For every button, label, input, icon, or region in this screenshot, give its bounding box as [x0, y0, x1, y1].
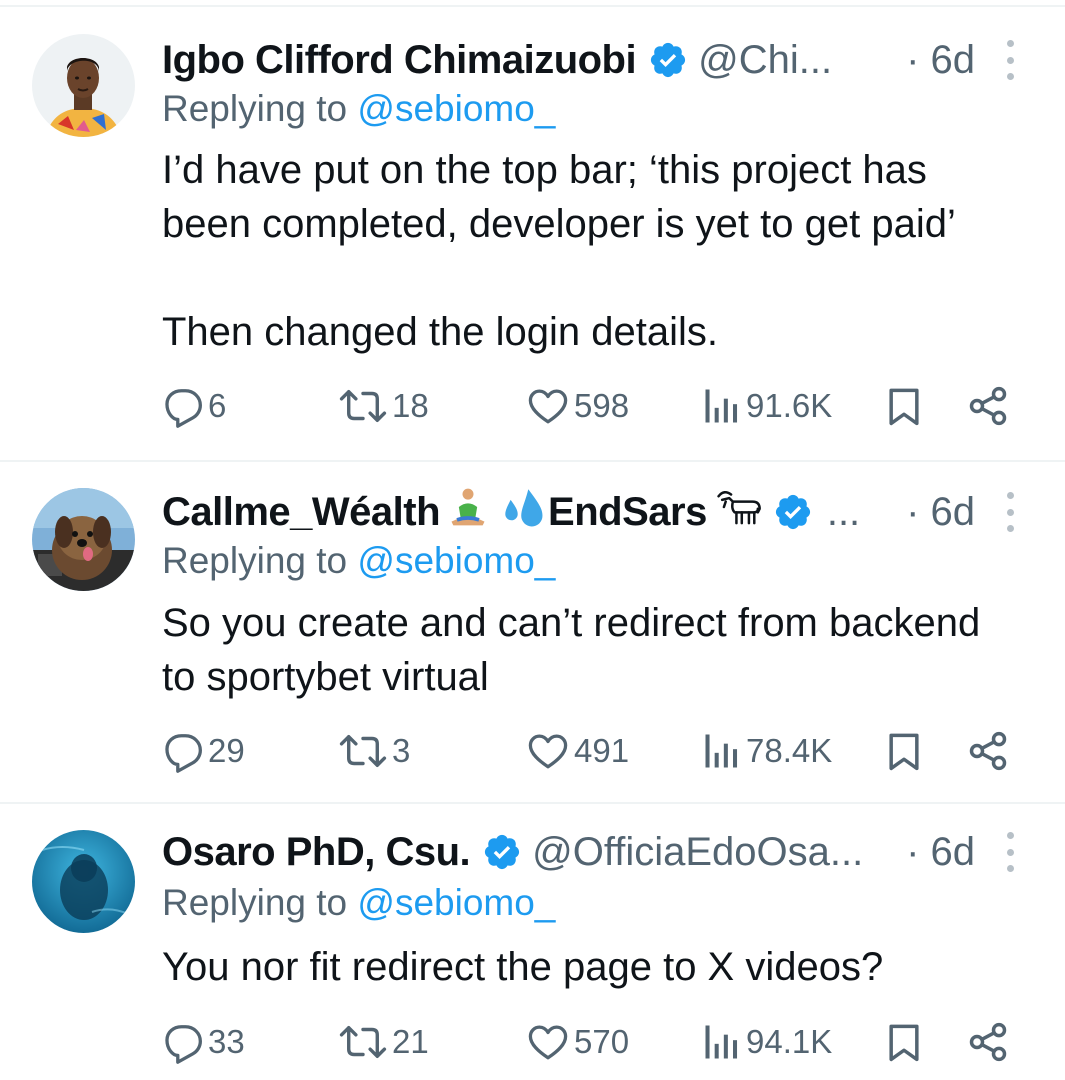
bookmark-button[interactable]: [882, 1020, 926, 1064]
tweet-divider: [0, 460, 1065, 462]
like-count: 598: [574, 387, 630, 424]
avatar[interactable]: [32, 488, 135, 591]
bookmark-icon: [889, 733, 919, 771]
views-icon: [705, 1025, 738, 1059]
like-count: 491: [574, 732, 630, 769]
person-in-lotus-position-icon: [446, 485, 490, 539]
reply-button[interactable]: 29: [160, 729, 245, 773]
retweet-count: 18: [392, 387, 429, 424]
user-handle[interactable]: @OfficiaEdoOsa...: [532, 830, 863, 875]
bookmark-button[interactable]: [882, 384, 926, 428]
bookmark-button[interactable]: [882, 729, 926, 773]
replying-to-label: Replying to: [162, 882, 358, 923]
share-button[interactable]: [966, 729, 1010, 773]
share-icon: [969, 731, 1007, 771]
reply-count: 6: [208, 387, 227, 424]
avatar[interactable]: [32, 830, 135, 933]
user-handle[interactable]: ...: [827, 490, 860, 535]
retweet-count: 3: [392, 732, 411, 769]
goat-icon: [715, 485, 765, 539]
share-icon: [969, 1022, 1007, 1062]
mention-link[interactable]: @sebiomo_: [357, 882, 555, 923]
replying-to-label: Replying to: [162, 88, 358, 129]
views-button[interactable]: 94.1K: [702, 1020, 832, 1064]
more-options-icon[interactable]: [1003, 40, 1017, 80]
like-button[interactable]: 570: [526, 1020, 629, 1064]
timestamp[interactable]: · 6d: [906, 490, 975, 535]
reply-icon: [165, 1025, 202, 1064]
like-icon: [528, 389, 568, 424]
mention-link[interactable]: @sebiomo_: [357, 540, 555, 581]
views-count: 78.4K: [746, 732, 833, 769]
timestamp[interactable]: · 6d: [906, 38, 975, 83]
reply-button[interactable]: 33: [160, 1020, 245, 1064]
share-button[interactable]: [966, 384, 1010, 428]
reply-count: 29: [208, 732, 245, 769]
more-options-icon[interactable]: [1003, 492, 1017, 532]
share-button[interactable]: [966, 1020, 1010, 1064]
action-bar: 29 3 491 78.4K: [160, 729, 1015, 779]
reply-tweet[interactable]: Igbo Clifford Chimaizuobi @Chi... · 6d R…: [0, 10, 1065, 462]
bookmark-icon: [889, 388, 919, 426]
bookmark-icon: [889, 1024, 919, 1062]
retweet-icon: [339, 390, 387, 422]
tweet-text: So you create and can’t redirect from ba…: [162, 601, 992, 699]
reply-icon: [165, 734, 202, 773]
reply-button[interactable]: 6: [160, 384, 226, 428]
views-button[interactable]: 78.4K: [702, 729, 832, 773]
user-handle[interactable]: @Chi...: [698, 38, 832, 83]
retweet-icon: [339, 1026, 387, 1058]
share-icon: [969, 386, 1007, 426]
display-name-suffix: EndSars: [548, 489, 707, 534]
mention-link[interactable]: @sebiomo_: [357, 88, 555, 129]
reply-tweet[interactable]: Osaro PhD, Csu. @OfficiaEdoOsa... · 6d R…: [0, 806, 1065, 1080]
tweet-text: You nor fit redirect the page to X video…: [162, 945, 884, 989]
tweet-header: Callme_Wéalth EndSars ... · 6d: [162, 488, 975, 535]
display-name[interactable]: Osaro PhD, Csu.: [162, 830, 471, 875]
tweet-header: Osaro PhD, Csu. @OfficiaEdoOsa... · 6d: [162, 830, 975, 874]
like-icon: [528, 734, 568, 769]
like-button[interactable]: 598: [526, 384, 629, 428]
views-icon: [705, 734, 738, 768]
views-count: 91.6K: [746, 387, 833, 424]
views-count: 94.1K: [746, 1023, 833, 1060]
replying-to-label: Replying to: [162, 540, 358, 581]
verified-badge-icon: [773, 492, 813, 532]
action-bar: 6 18 598 91.6K: [160, 384, 1015, 434]
reply-count: 33: [208, 1023, 245, 1060]
retweet-button[interactable]: 3: [338, 729, 410, 773]
timestamp[interactable]: · 6d: [906, 830, 975, 875]
reply-tweet[interactable]: Callme_Wéalth EndSars ... · 6d Replying …: [0, 464, 1065, 804]
replying-to: Replying to @sebiomo_: [162, 540, 555, 582]
sweat-droplets-icon: [500, 485, 546, 539]
retweet-button[interactable]: 21: [338, 1020, 429, 1064]
action-bar: 33 21 570 94.1K: [160, 1020, 1015, 1070]
display-name[interactable]: Igbo Clifford Chimaizuobi: [162, 38, 637, 83]
views-button[interactable]: 91.6K: [702, 384, 832, 428]
tweet-text: I’d have put on the top bar; ‘this proje…: [162, 148, 956, 354]
like-count: 570: [574, 1023, 630, 1060]
retweet-button[interactable]: 18: [338, 384, 429, 428]
more-options-icon[interactable]: [1003, 832, 1017, 872]
like-icon: [528, 1025, 568, 1060]
tweet-header: Igbo Clifford Chimaizuobi @Chi... · 6d: [162, 38, 975, 82]
replying-to: Replying to @sebiomo_: [162, 882, 555, 924]
retweet-count: 21: [392, 1023, 429, 1060]
reply-icon: [165, 389, 202, 428]
like-button[interactable]: 491: [526, 729, 629, 773]
top-divider: [0, 5, 1065, 7]
replying-to: Replying to @sebiomo_: [162, 88, 555, 130]
retweet-icon: [339, 735, 387, 767]
display-name[interactable]: Callme_Wéalth: [162, 490, 441, 535]
tweet-divider: [0, 802, 1065, 804]
avatar[interactable]: [32, 34, 135, 137]
verified-badge-icon: [648, 40, 688, 80]
verified-badge-icon: [482, 832, 522, 872]
views-icon: [705, 389, 738, 423]
